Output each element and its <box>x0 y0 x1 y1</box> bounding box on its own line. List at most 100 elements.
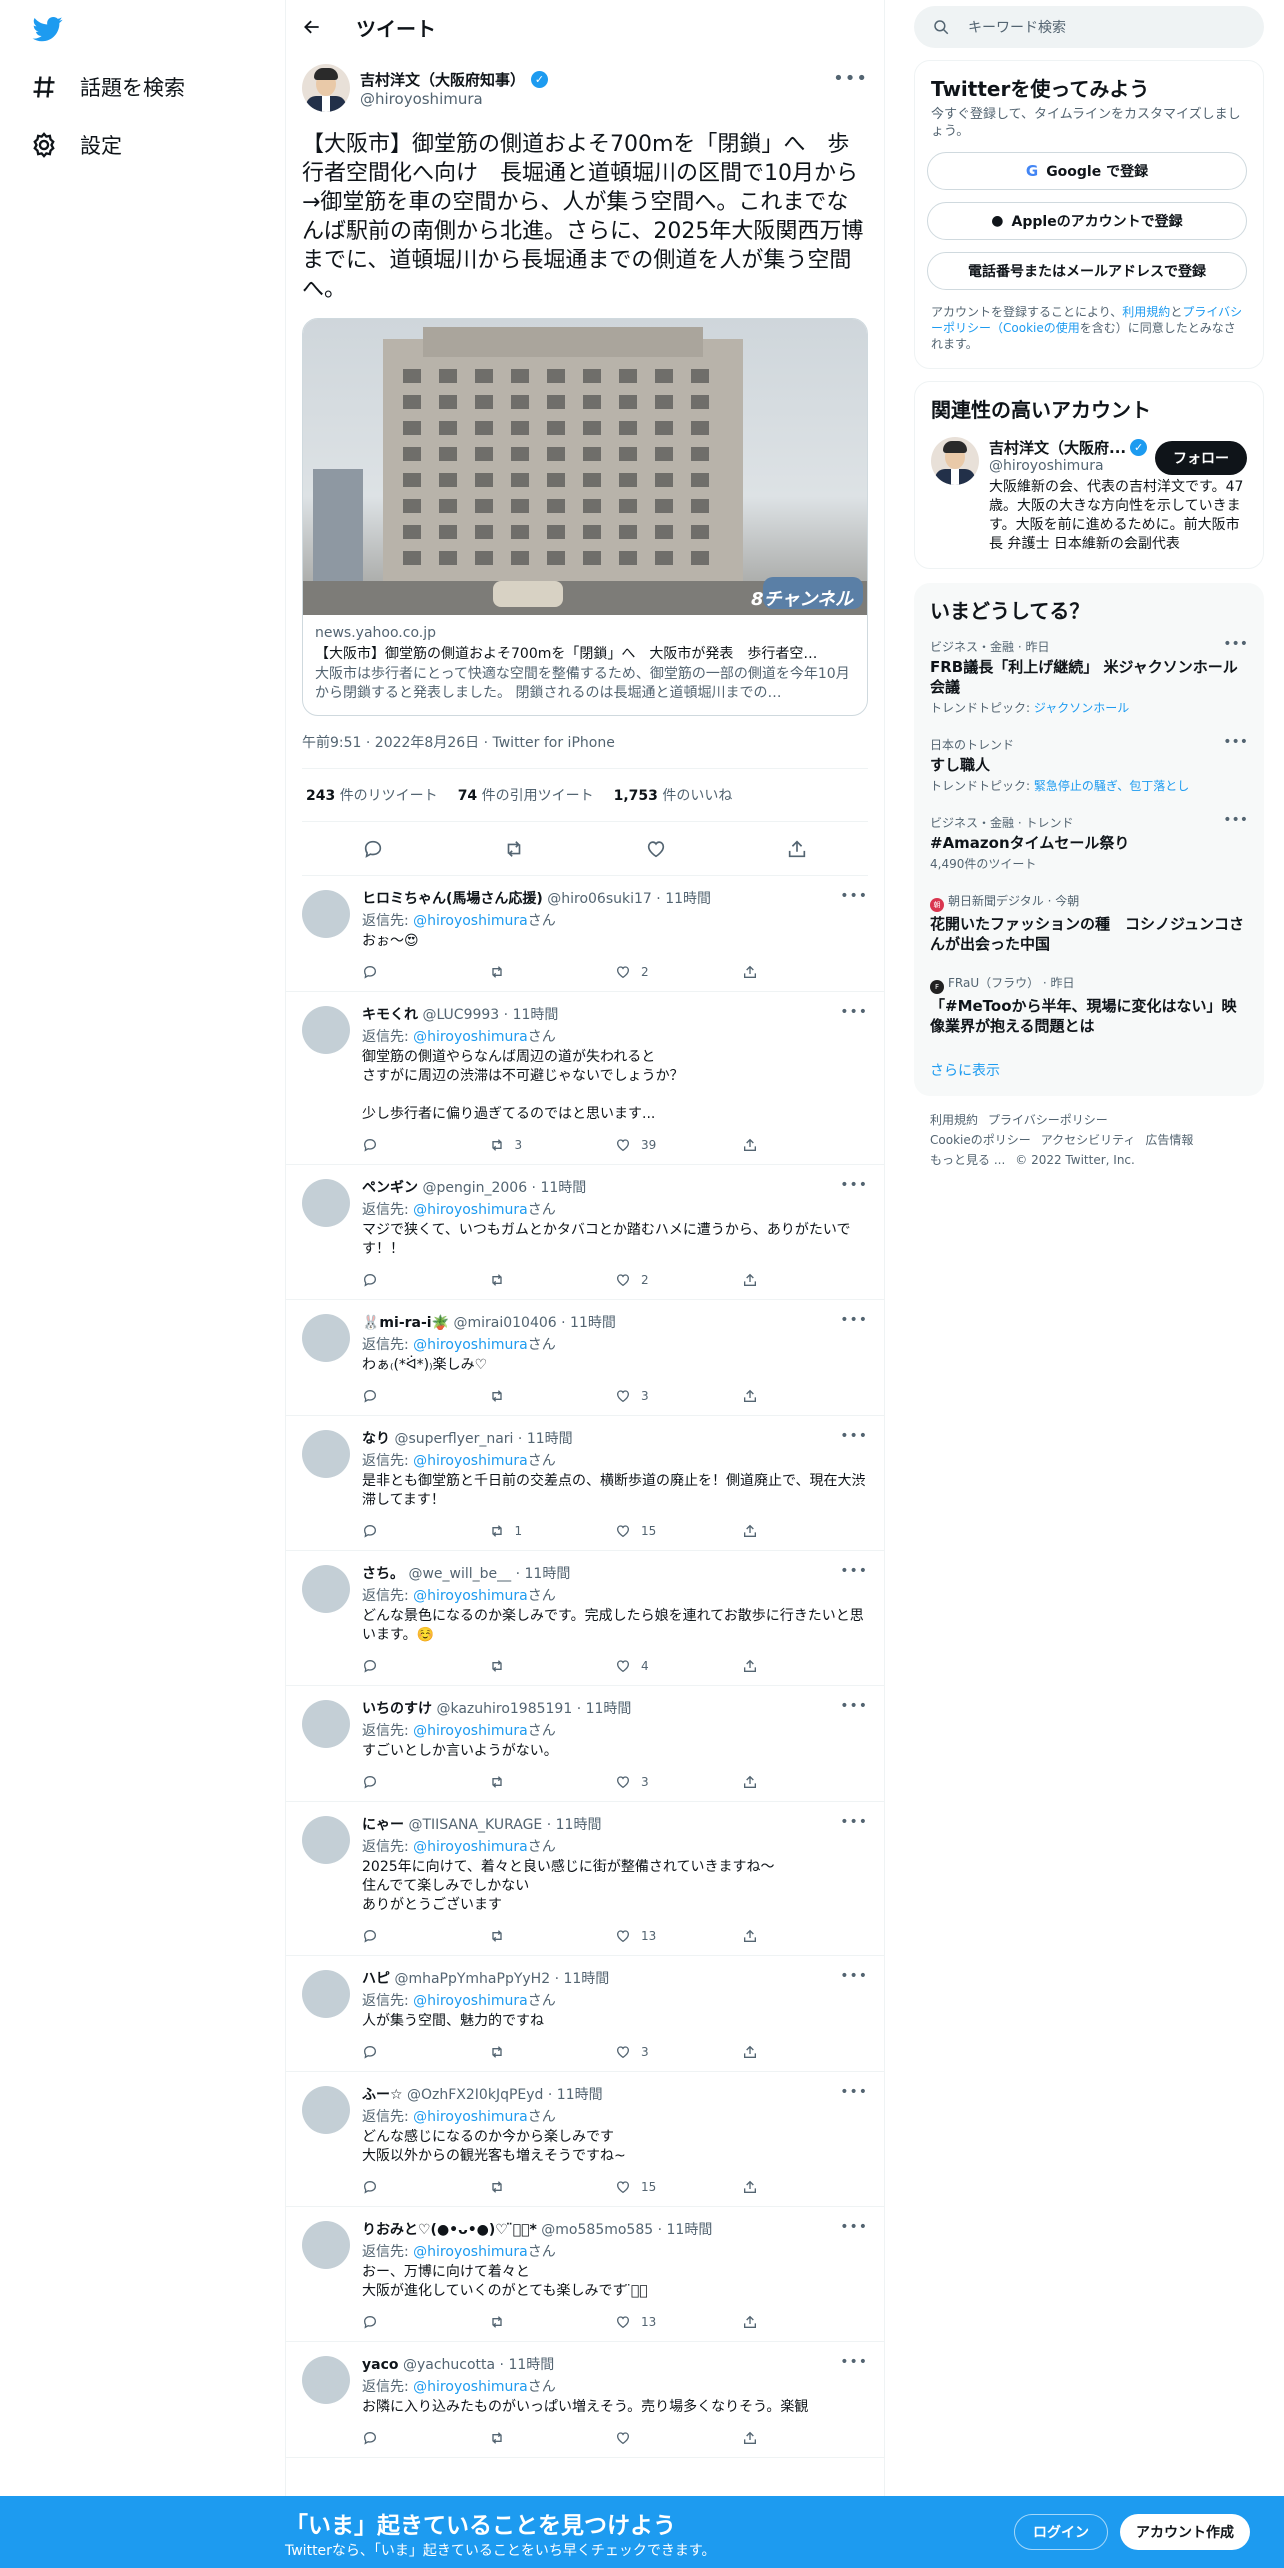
reply-author-name[interactable]: ヒロミちゃん(馬場さん応援) <box>362 891 543 907</box>
more-options-icon[interactable]: ••• <box>840 2354 868 2370</box>
reply-item[interactable]: ハピ @mhaPpYmhaPpYyH2 · 11時間 ••• 返信先: @hiroy… <box>286 1956 884 2072</box>
reply-button[interactable] <box>362 1658 489 1674</box>
reply-author-name[interactable]: 🐰mi-ra-i🪴 <box>362 1315 449 1331</box>
reply-item[interactable]: なり @superflyer_nari · 11時間 ••• 返信先: @hiroy… <box>286 1416 884 1551</box>
retweet-button[interactable] <box>489 1774 616 1790</box>
retweet-button[interactable] <box>489 2314 616 2330</box>
retweet-count[interactable]: 243 件のリツイート <box>306 785 438 805</box>
reply-button[interactable] <box>362 2430 489 2446</box>
trend-item[interactable]: ••• ビジネス・金融 · 昨日 FRB議長「利上げ継続」 米ジャクソンホール会議ト… <box>914 628 1264 726</box>
reply-button[interactable] <box>362 2044 489 2060</box>
avatar[interactable] <box>302 1816 350 1864</box>
like-button[interactable]: 3 <box>615 1774 742 1790</box>
trend-item[interactable]: F FRaU（フラウ） · 昨日 「#MeTooから半年、現場に変化はない」映像業界… <box>914 964 1264 1046</box>
reply-to-link[interactable]: @hiroyoshimura <box>413 1993 528 2009</box>
phone-signup-button[interactable]: 電話番号またはメールアドレスで登録 <box>927 252 1247 290</box>
reply-item[interactable]: りおみと♡(●•ᴗ•●)♡ ̈⃝⃝* @mo585mo585 · 11時間 •••… <box>286 2207 884 2342</box>
reply-button[interactable] <box>362 1388 489 1404</box>
reply-time[interactable]: 11時間 <box>557 2087 603 2103</box>
reply-to-link[interactable]: @hiroyoshimura <box>413 2109 528 2125</box>
reply-author-name[interactable]: キモくれ <box>362 1007 418 1023</box>
reply-author-handle[interactable]: @kazuhiro1985191 <box>436 1701 572 1717</box>
more-options-icon[interactable]: ••• <box>840 1563 868 1579</box>
retweet-button[interactable] <box>489 2430 616 2446</box>
share-icon[interactable] <box>786 838 808 860</box>
share-button[interactable] <box>742 1774 869 1790</box>
reply-button[interactable] <box>362 1137 489 1153</box>
like-button[interactable]: 13 <box>615 2314 742 2330</box>
avatar[interactable] <box>302 890 350 938</box>
reply-time[interactable]: 11時間 <box>563 1971 609 1987</box>
retweet-button[interactable] <box>489 1272 616 1288</box>
share-button[interactable] <box>742 2314 869 2330</box>
more-options-icon[interactable]: ••• <box>840 2084 868 2100</box>
trend-topic-link[interactable]: 緊急停止の騒ぎ、包丁落とし <box>1034 779 1189 793</box>
reply-author-handle[interactable]: @we_will_be__ <box>408 1566 511 1582</box>
reply-item[interactable]: ふー☆ @OzhFX2I0kJqPEyd · 11時間 ••• 返信先: @hiro… <box>286 2072 884 2207</box>
reply-author-handle[interactable]: @yachucotta <box>403 2357 495 2373</box>
signup-button[interactable]: アカウント作成 <box>1120 2514 1250 2550</box>
reply-time[interactable]: 11時間 <box>570 1315 616 1331</box>
reply-author-handle[interactable]: @TIISANA_KURAGE <box>408 1817 542 1833</box>
follow-button[interactable]: フォロー <box>1155 441 1247 475</box>
reply-to-link[interactable]: @hiroyoshimura <box>413 1202 528 1218</box>
reply-time[interactable]: 11時間 <box>540 1180 586 1196</box>
retweet-button[interactable] <box>489 1928 616 1944</box>
nav-settings[interactable]: 設定 <box>30 130 122 160</box>
share-button[interactable] <box>742 1388 869 1404</box>
terms-link[interactable]: 利用規約 <box>1122 305 1170 319</box>
reply-to-link[interactable]: @hiroyoshimura <box>413 1453 528 1469</box>
tweet-meta[interactable]: 午前9:51 · 2022年8月26日 · Twitter for iPhone <box>302 732 868 769</box>
like-button[interactable]: 4 <box>615 1658 742 1674</box>
avatar[interactable] <box>302 2356 350 2404</box>
reply-author-name[interactable]: いちのすけ <box>362 1701 432 1717</box>
share-button[interactable] <box>742 1137 869 1153</box>
footer-link[interactable]: プライバシーポリシー <box>988 1113 1108 1127</box>
reply-item[interactable]: いちのすけ @kazuhiro1985191 · 11時間 ••• 返信先: @hi… <box>286 1686 884 1802</box>
reply-button[interactable] <box>362 1928 489 1944</box>
reply-time[interactable]: 11時間 <box>586 1701 632 1717</box>
search-input[interactable]: キーワード検索 <box>914 6 1264 48</box>
reply-item[interactable]: キモくれ @LUC9993 · 11時間 ••• 返信先: @hiroyoshimu… <box>286 992 884 1165</box>
reply-author-name[interactable]: さち。 <box>362 1566 404 1582</box>
reply-time[interactable]: 11時間 <box>513 1007 559 1023</box>
reply-item[interactable]: にゃー @TIISANA_KURAGE · 11時間 ••• 返信先: @hiroy… <box>286 1802 884 1956</box>
share-button[interactable] <box>742 964 869 980</box>
reply-to-link[interactable]: @hiroyoshimura <box>413 1029 528 1045</box>
retweet-button[interactable] <box>489 964 616 980</box>
reply-time[interactable]: 11時間 <box>667 2222 713 2238</box>
reply-author-handle[interactable]: @mhaPpYmhaPpYyH2 <box>394 1971 550 1987</box>
footer-link[interactable]: 利用規約 <box>930 1113 978 1127</box>
reply-to-link[interactable]: @hiroyoshimura <box>413 913 528 929</box>
avatar[interactable] <box>302 1006 350 1054</box>
like-icon[interactable] <box>645 838 667 860</box>
reply-icon[interactable] <box>362 838 384 860</box>
author-handle[interactable]: @hiroyoshimura <box>360 90 548 108</box>
share-button[interactable] <box>742 1658 869 1674</box>
like-button[interactable]: 15 <box>615 1523 742 1539</box>
retweet-button[interactable] <box>489 1388 616 1404</box>
more-options-icon[interactable]: ••• <box>833 68 868 89</box>
avatar[interactable] <box>931 437 979 485</box>
more-options-icon[interactable]: ••• <box>840 1814 868 1830</box>
more-options-icon[interactable]: ••• <box>840 1177 868 1193</box>
reply-author-handle[interactable]: @LUC9993 <box>422 1007 499 1023</box>
reply-author-name[interactable]: りおみと♡(●•ᴗ•●)♡ ̈⃝⃝* <box>362 2222 537 2238</box>
like-button[interactable]: 39 <box>615 1137 742 1153</box>
reply-time[interactable]: 11時間 <box>556 1817 602 1833</box>
more-options-icon[interactable]: ••• <box>840 888 868 904</box>
share-button[interactable] <box>742 1272 869 1288</box>
like-button[interactable]: 13 <box>615 1928 742 1944</box>
back-arrow-icon[interactable] <box>302 17 322 37</box>
reply-button[interactable] <box>362 1523 489 1539</box>
reply-author-handle[interactable]: @hiro06suki17 <box>547 891 652 907</box>
like-button[interactable]: 15 <box>615 2179 742 2195</box>
more-options-icon[interactable]: ••• <box>840 1698 868 1714</box>
like-button[interactable]: 2 <box>615 964 742 980</box>
share-button[interactable] <box>742 1928 869 1944</box>
footer-link[interactable]: アクセシビリティ <box>1041 1133 1136 1147</box>
reply-author-name[interactable]: ふー☆ <box>362 2087 403 2103</box>
reply-button[interactable] <box>362 1774 489 1790</box>
show-more-link[interactable]: さらに表示 <box>914 1046 1264 1096</box>
reply-to-link[interactable]: @hiroyoshimura <box>413 1337 528 1353</box>
